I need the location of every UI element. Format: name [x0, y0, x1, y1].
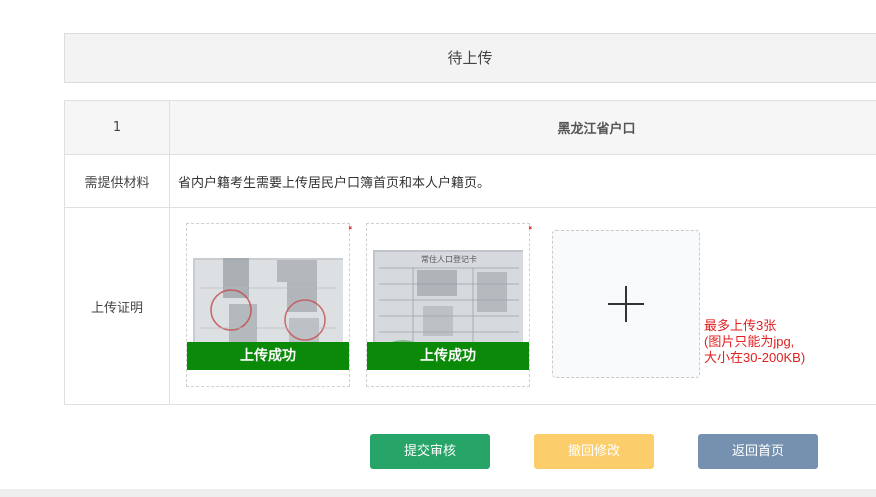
materials-text: 省内户籍考生需要上传居民户口簿首页和本人户籍页。 [169, 154, 876, 208]
footer-strip [0, 489, 876, 497]
upload-hint: 最多上传3张 (图片只能为jpg, 大小在30-200KB) [704, 318, 805, 366]
upload-thumbnail[interactable]: 常住人口登记卡 上传成功 [366, 221, 532, 387]
upload-label: 上传证明 [64, 207, 170, 405]
region-name: 黑龙江省户口 [169, 100, 876, 155]
delete-image-button[interactable] [335, 218, 355, 238]
upload-success-label: 上传成功 [367, 342, 529, 370]
table-row: 上传证明 上传成功 常住人口登记卡 上传成功 最多上传3张 (图片只能为jpg,… [64, 207, 876, 405]
table-row: 需提供材料 省内户籍考生需要上传居民户口簿首页和本人户籍页。 [64, 154, 876, 208]
status-text: 待上传 [447, 49, 493, 67]
upload-hint-line: 最多上传3张 [704, 318, 777, 333]
close-icon [340, 221, 352, 235]
add-image-button[interactable] [552, 230, 700, 378]
upload-hint-line: (图片只能为jpg, [704, 334, 795, 349]
status-header: 待上传 [64, 33, 876, 83]
upload-thumbnail[interactable]: 上传成功 [186, 221, 352, 387]
row-index: 1 [64, 100, 170, 155]
upload-success-label: 上传成功 [187, 342, 349, 370]
materials-label: 需提供材料 [64, 154, 170, 208]
plus-icon [608, 303, 644, 305]
materials-table: 1 黑龙江省户口 需提供材料 省内户籍考生需要上传居民户口簿首页和本人户籍页。 … [64, 100, 876, 405]
withdraw-edit-button[interactable]: 撤回修改 [534, 434, 654, 469]
upload-area: 上传成功 常住人口登记卡 上传成功 最多上传3张 (图片只能为jpg, 大小在3… [169, 207, 876, 405]
upload-hint-line: 大小在30-200KB) [704, 350, 806, 365]
close-icon [520, 221, 532, 235]
card-heading: 常住人口登记卡 [421, 254, 477, 264]
submit-review-button[interactable]: 提交审核 [370, 434, 490, 469]
return-home-button[interactable]: 返回首页 [698, 434, 818, 469]
delete-image-button[interactable] [515, 218, 535, 238]
table-row: 1 黑龙江省户口 [64, 100, 876, 155]
